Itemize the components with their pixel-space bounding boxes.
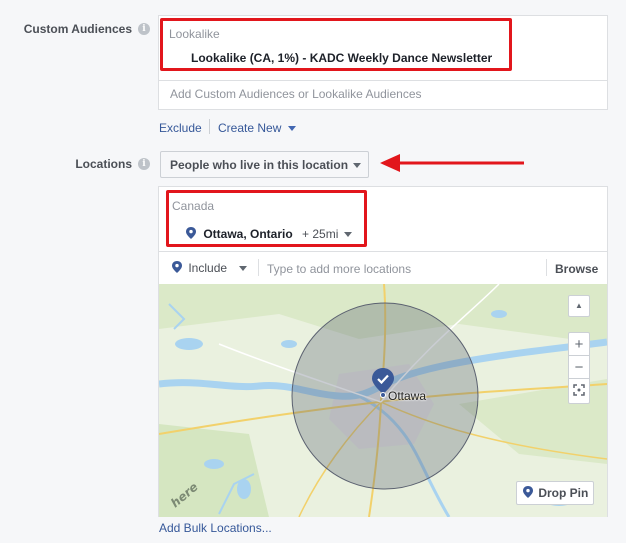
zoom-in-button[interactable]: + — [569, 333, 589, 356]
include-divider — [258, 259, 259, 276]
zoom-controls: + − — [568, 332, 590, 404]
custom-audiences-label: Custom Audiences — [23, 22, 132, 36]
location-map[interactable]: Ottawa ▲ + − here Drop Pin — [159, 284, 607, 517]
chevron-down-icon — [287, 126, 296, 132]
info-icon[interactable]: i — [138, 23, 150, 35]
link-divider — [209, 119, 210, 134]
drop-pin-button[interactable]: Drop Pin — [516, 481, 594, 505]
include-label: Include — [188, 261, 228, 275]
custom-audiences-search-input[interactable]: Add Custom Audiences or Lookalike Audien… — [170, 87, 422, 101]
fit-bounds-button[interactable] — [569, 379, 589, 403]
audience-highlight-box — [160, 18, 512, 71]
locations-label: Locations — [75, 157, 132, 171]
map-city-label: Ottawa — [388, 389, 427, 403]
map-collapse-button[interactable]: ▲ — [568, 295, 590, 317]
location-pin-icon — [523, 486, 533, 498]
chevron-down-icon — [353, 163, 361, 168]
info-icon[interactable]: i — [138, 158, 150, 170]
create-new-label: Create New — [218, 121, 282, 135]
location-pin-icon — [172, 261, 182, 273]
divider — [159, 251, 607, 252]
chevron-down-icon — [239, 266, 248, 272]
include-dropdown[interactable]: Include — [172, 261, 248, 275]
add-bulk-locations-link[interactable]: Add Bulk Locations... — [159, 521, 272, 535]
location-type-label: People who live in this location — [170, 158, 349, 172]
browse-button[interactable]: Browse — [555, 262, 598, 276]
chevron-up-icon: ▲ — [575, 301, 583, 310]
exclude-link[interactable]: Exclude — [159, 121, 202, 135]
divider — [159, 80, 607, 81]
browse-divider — [546, 259, 547, 276]
crosshair-icon — [573, 384, 585, 396]
create-new-dropdown[interactable]: Create New — [218, 121, 296, 135]
arrow-annotation-icon — [380, 154, 524, 172]
location-highlight-box — [166, 190, 367, 247]
zoom-out-button[interactable]: − — [569, 356, 589, 379]
drop-pin-label: Drop Pin — [538, 486, 589, 500]
location-type-dropdown[interactable]: People who live in this location — [160, 151, 369, 178]
location-search-input[interactable]: Type to add more locations — [267, 262, 411, 276]
